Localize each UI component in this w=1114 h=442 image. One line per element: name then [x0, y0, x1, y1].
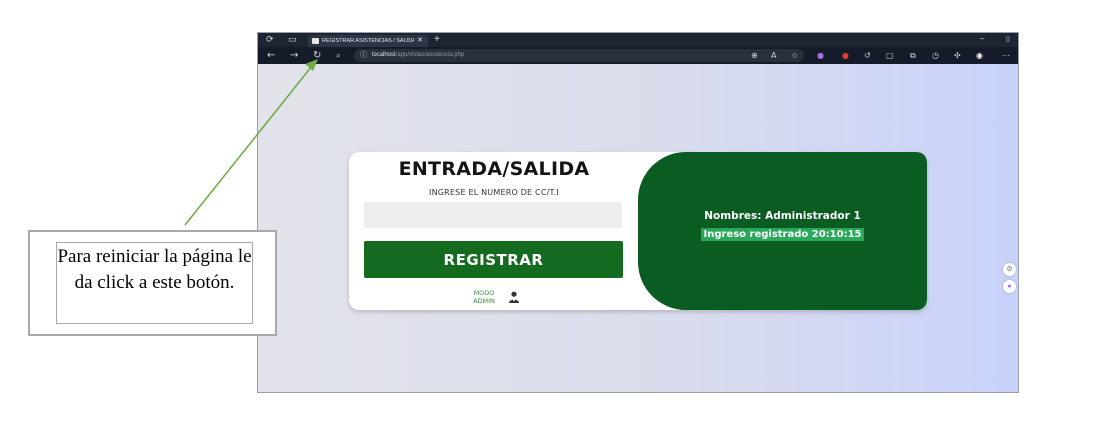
annotation-box: Para reiniciar la página le da click a e…: [28, 230, 277, 336]
annotation-text: Para reiniciar la página le da click a e…: [56, 242, 253, 324]
annotation-arrow: [184, 59, 318, 226]
